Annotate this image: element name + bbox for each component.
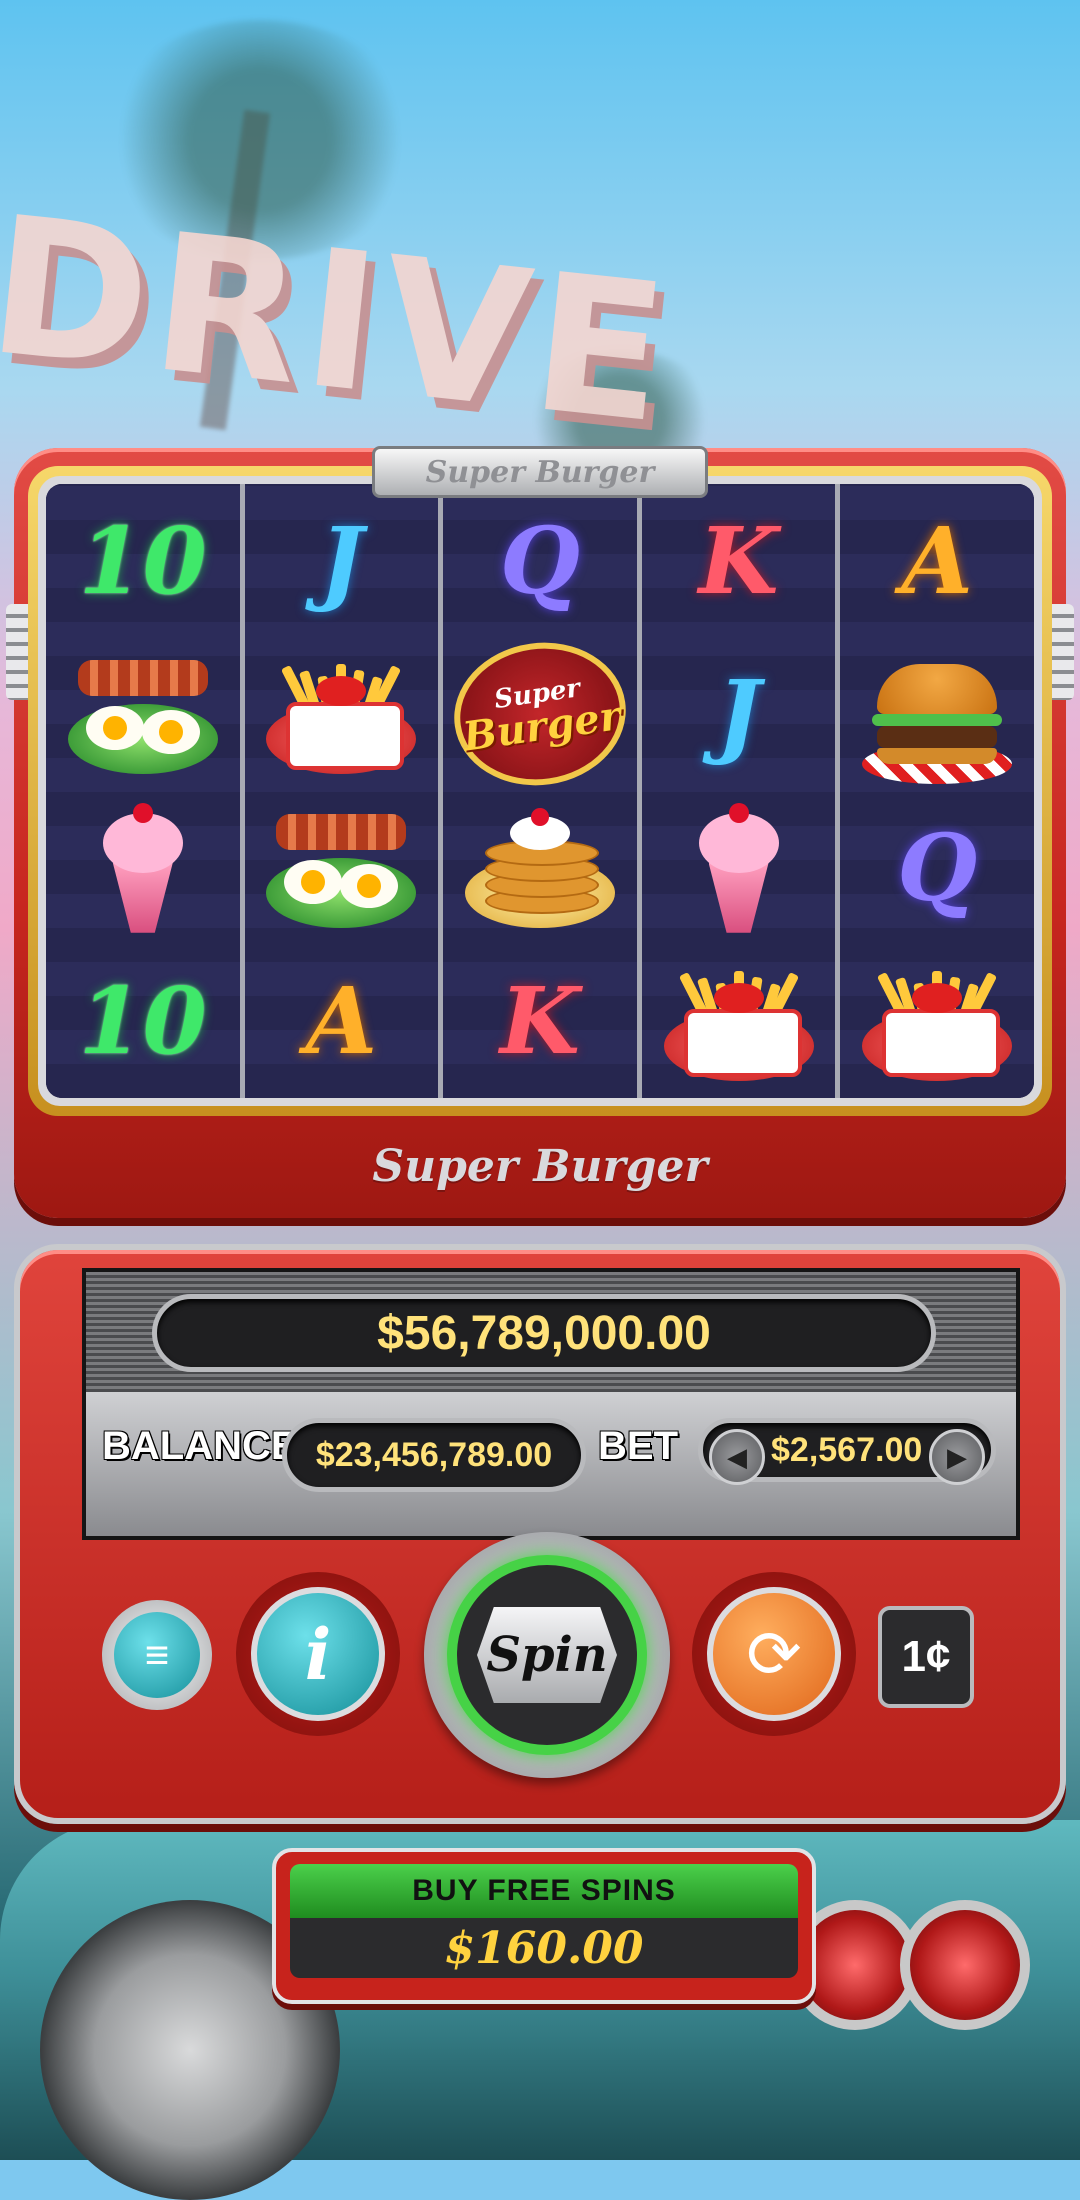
symbol-cell — [642, 945, 836, 1099]
bet-label: BET — [598, 1424, 678, 1468]
buy-free-spins-button[interactable]: BUY FREE SPINS $160.00 — [272, 1848, 816, 2004]
spin-ring: Spin — [447, 1555, 647, 1755]
reel-frame: 10 10 J A Q Super Burger K K J A Q — [28, 466, 1052, 1116]
symbol-10: 10 — [78, 967, 207, 1076]
reel-cabinet: 10 10 J A Q Super Burger K K J A Q Super Burger Sup… — [6, 446, 1074, 1218]
menu-button[interactable]: ≡ — [102, 1600, 212, 1710]
symbol-Q: Q — [499, 506, 581, 615]
symbol-cell: A — [840, 484, 1034, 638]
bet-display: ◀ $2,567.00 ▶ — [698, 1418, 996, 1485]
symbol-cell: Super Burger — [443, 631, 637, 797]
fries-symbol — [862, 961, 1013, 1082]
burger-symbol — [862, 644, 1013, 785]
reel-3: Q Super Burger K — [443, 484, 642, 1098]
buy-free-spins-label: BUY FREE SPINS — [290, 1864, 798, 1918]
symbol-cell — [46, 791, 240, 945]
symbol-cell: K — [642, 484, 836, 638]
footer-logo: Super Burger — [372, 1141, 708, 1192]
reel-4: KJ — [641, 484, 841, 1099]
info-icon: i — [251, 1587, 385, 1721]
header-plaque-text: Super Burger — [425, 454, 655, 490]
hamburger-menu-icon: ≡ — [114, 1612, 200, 1698]
denomination-button[interactable]: 1¢ — [878, 1606, 974, 1708]
reel-grid: 10 10 J A Q Super Burger K K J A Q — [46, 484, 1034, 1098]
info-screen: $56,789,000.00 BALANCE $23,456,789.00 BE… — [82, 1268, 1020, 1540]
symbol-J: J — [716, 660, 761, 769]
symbol-cell — [642, 791, 836, 945]
reel-5: AQ — [840, 484, 1034, 1098]
symbol-cell: Q — [443, 484, 637, 638]
spin-label: Spin — [477, 1607, 617, 1703]
balance-value: $23,456,789.00 — [282, 1418, 586, 1492]
buy-free-spins-price: $160.00 — [290, 1918, 798, 1978]
autoplay-button[interactable]: ⟳ — [692, 1572, 856, 1736]
eggs-bacon-symbol — [266, 808, 417, 928]
symbol-J: J — [319, 506, 364, 615]
fries-symbol — [266, 654, 417, 775]
symbol-cell — [840, 638, 1034, 792]
symbol-cell — [245, 791, 439, 945]
symbol-Q: Q — [897, 813, 978, 922]
pancakes-symbol — [464, 807, 615, 928]
logo-symbol-line2: Burger — [459, 692, 624, 761]
arrow-right-icon[interactable]: ▶ — [929, 1429, 985, 1485]
balance-label: BALANCE — [102, 1424, 298, 1468]
symbol-cell: A — [245, 945, 439, 1099]
car-taillight — [900, 1900, 1030, 2030]
symbol-K: K — [500, 967, 580, 1076]
control-panel: $56,789,000.00 BALANCE $23,456,789.00 BE… — [14, 1244, 1066, 1824]
spin-button[interactable]: Spin — [424, 1532, 670, 1778]
symbol-cell: K — [443, 945, 637, 1099]
symbol-cell: 10 — [46, 484, 240, 638]
reel-1: 10 10 — [46, 484, 245, 1098]
header-plaque: Super Burger — [372, 446, 708, 498]
symbol-10: 10 — [78, 506, 207, 615]
symbol-cell — [840, 945, 1034, 1099]
info-button[interactable]: i — [236, 1572, 400, 1736]
symbol-K: K — [698, 506, 779, 615]
reel-2: JA — [244, 484, 444, 1099]
symbol-cell: J — [642, 638, 836, 792]
win-display: $56,789,000.00 — [152, 1294, 936, 1372]
symbol-A: A — [305, 967, 378, 1076]
symbol-cell: 10 — [46, 945, 240, 1099]
sundae-symbol — [68, 802, 218, 933]
super-burger-logo-symbol: Super Burger — [444, 631, 636, 797]
symbol-cell: J — [245, 484, 439, 638]
symbol-A: A — [901, 506, 973, 615]
symbol-cell — [443, 791, 637, 945]
autoplay-icon: ⟳ — [707, 1587, 841, 1721]
eggs-bacon-symbol — [67, 654, 218, 775]
symbol-cell — [46, 638, 240, 792]
sundae-symbol — [664, 802, 814, 933]
fries-symbol — [663, 961, 814, 1082]
bet-value: $2,567.00 — [771, 1430, 923, 1469]
arrow-left-icon[interactable]: ◀ — [709, 1429, 765, 1485]
symbol-cell: Q — [840, 791, 1034, 945]
symbol-cell — [245, 638, 439, 792]
